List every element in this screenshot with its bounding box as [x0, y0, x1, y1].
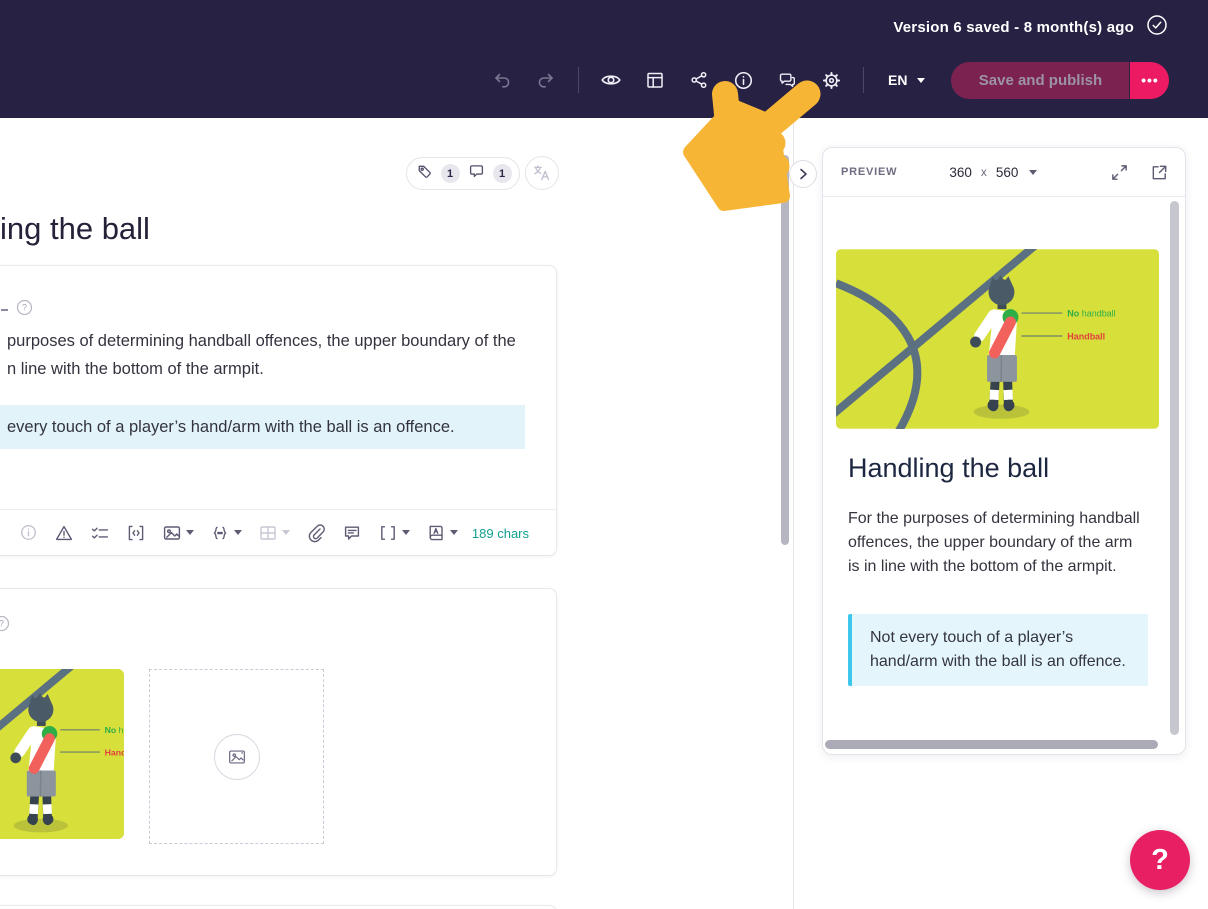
svg-text:No handball: No handball — [1067, 309, 1115, 319]
preview-callout: Not every touch of a player’s hand/arm w… — [848, 614, 1148, 686]
help-button[interactable]: ? — [1130, 830, 1190, 890]
version-status-text: Version 6 saved - 8 month(s) ago — [893, 19, 1134, 36]
variables-icon[interactable] — [202, 517, 250, 549]
preview-card-title: Handling the ball — [848, 453, 1050, 483]
checklist-icon[interactable] — [82, 517, 118, 549]
preview-eye-icon[interactable] — [589, 62, 633, 98]
viewport-height: 560 — [995, 164, 1019, 180]
layout-icon[interactable] — [633, 62, 677, 98]
chevron-down-icon — [450, 530, 458, 535]
no-handball-label-bold: No — [1067, 309, 1079, 319]
more-options-button[interactable]: ••• — [1129, 61, 1170, 99]
chevron-right-icon — [800, 168, 807, 180]
paragraph-line: n line with the bottom of the armpit. — [7, 360, 264, 378]
text-block-header: ? — [1, 299, 33, 321]
top-header: Version 6 saved - 8 month(s) ago EN Save… — [0, 0, 1208, 118]
chevron-down-icon — [186, 530, 194, 535]
header-toolbar: EN Save and publish ••• — [480, 58, 1186, 102]
language-label: EN — [888, 72, 908, 88]
share-icon[interactable] — [677, 62, 721, 98]
translate-button[interactable] — [525, 156, 559, 190]
image-icon[interactable] — [154, 517, 202, 549]
page-title: ing the ball — [0, 211, 150, 246]
paragraph-line: purposes of determining handball offence… — [7, 332, 516, 350]
preview-panel-header: PREVIEW 360 x 560 — [823, 148, 1185, 197]
attachment-icon[interactable] — [298, 517, 334, 549]
toolbar-divider — [863, 67, 864, 93]
viewport-separator: x — [980, 165, 987, 179]
block-label-fragment — [1, 309, 8, 311]
no-handball-label-bold: No — [105, 725, 117, 735]
preview-panel: PREVIEW 360 x 560 No handball Handball H… — [822, 147, 1186, 755]
preview-label: PREVIEW — [841, 166, 898, 178]
check-circle-icon — [1146, 14, 1168, 41]
tags-comments-pill[interactable]: 1 1 — [406, 157, 520, 190]
chevron-down-icon — [282, 530, 290, 535]
warning-icon[interactable] — [46, 517, 82, 549]
language-dropdown[interactable]: EN — [888, 72, 926, 88]
expand-icon[interactable] — [1107, 160, 1131, 184]
text-block-card: ? purposes of determining handball offen… — [0, 265, 557, 556]
add-image-circle — [213, 733, 260, 780]
info-icon[interactable] — [11, 517, 46, 549]
preview-horizontal-scrollbar[interactable] — [825, 740, 1158, 749]
info-icon[interactable] — [721, 62, 765, 98]
tag-icon — [415, 162, 434, 186]
comment-icon — [467, 162, 486, 186]
preview-card-paragraph: For the purposes of determining handball… — [848, 510, 1140, 575]
undo-icon[interactable] — [480, 62, 524, 98]
collapse-preview-button[interactable] — [789, 160, 817, 188]
open-external-icon[interactable] — [1147, 160, 1171, 184]
preview-hero-image: No handball Handball — [836, 249, 1159, 429]
image-block-card: ? No handball — [0, 588, 557, 876]
comments-icon[interactable] — [765, 62, 809, 98]
highlighted-text: every touch of a player’s hand/arm with … — [7, 417, 455, 436]
comment-count-badge: 1 — [492, 164, 512, 183]
settings-gear-icon[interactable] — [809, 62, 853, 98]
svg-text:?: ? — [0, 619, 4, 629]
chevron-down-icon — [234, 530, 242, 535]
save-and-publish-button[interactable]: Save and publish — [951, 61, 1130, 99]
highlighted-text-block: every touch of a player’s hand/arm with … — [0, 405, 525, 449]
preview-vertical-scrollbar[interactable] — [1170, 201, 1179, 735]
code-block-icon[interactable] — [118, 517, 154, 549]
help-circle-icon[interactable]: ? — [0, 615, 10, 637]
preview-header-actions — [1107, 160, 1171, 184]
char-count: 189 chars — [471, 525, 529, 541]
version-status: Version 6 saved - 8 month(s) ago — [893, 14, 1168, 41]
table-icon[interactable] — [250, 517, 298, 549]
next-block-card — [0, 905, 557, 909]
brackets-icon[interactable] — [370, 517, 418, 549]
redo-icon[interactable] — [524, 62, 568, 98]
no-handball-label-rest: handball — [1079, 309, 1115, 319]
handball-label: Handball — [1067, 331, 1105, 341]
empty-image-dropzone[interactable] — [149, 669, 324, 844]
note-icon[interactable] — [334, 517, 370, 549]
help-circle-icon[interactable]: ? — [16, 299, 33, 321]
app-window: Version 6 saved - 8 month(s) ago EN Save… — [0, 0, 1208, 909]
viewport-size-dropdown[interactable]: 360 x 560 — [949, 164, 1038, 180]
svg-text:No handball: No handball — [105, 725, 124, 735]
chevron-down-icon — [1029, 169, 1038, 175]
editor-scrollbar[interactable] — [781, 155, 789, 545]
tag-count-badge: 1 — [440, 164, 460, 183]
image-thumbnail[interactable]: No handball Handball — [0, 669, 124, 839]
no-handball-label-rest: handball — [116, 725, 124, 735]
handball-label: Handball — [105, 747, 124, 757]
save-group: Save and publish ••• — [951, 61, 1170, 99]
panel-divider — [793, 118, 794, 909]
svg-text:?: ? — [22, 303, 27, 313]
chevron-down-icon — [917, 77, 926, 83]
text-editor-toolbar: 189 chars — [0, 509, 556, 555]
image-placeholder-icon — [228, 749, 245, 764]
viewport-width: 360 — [949, 164, 972, 180]
toolbar-divider — [578, 67, 579, 93]
translate-icon — [534, 165, 550, 181]
glossary-icon[interactable] — [418, 517, 466, 549]
chevron-down-icon — [402, 530, 410, 535]
